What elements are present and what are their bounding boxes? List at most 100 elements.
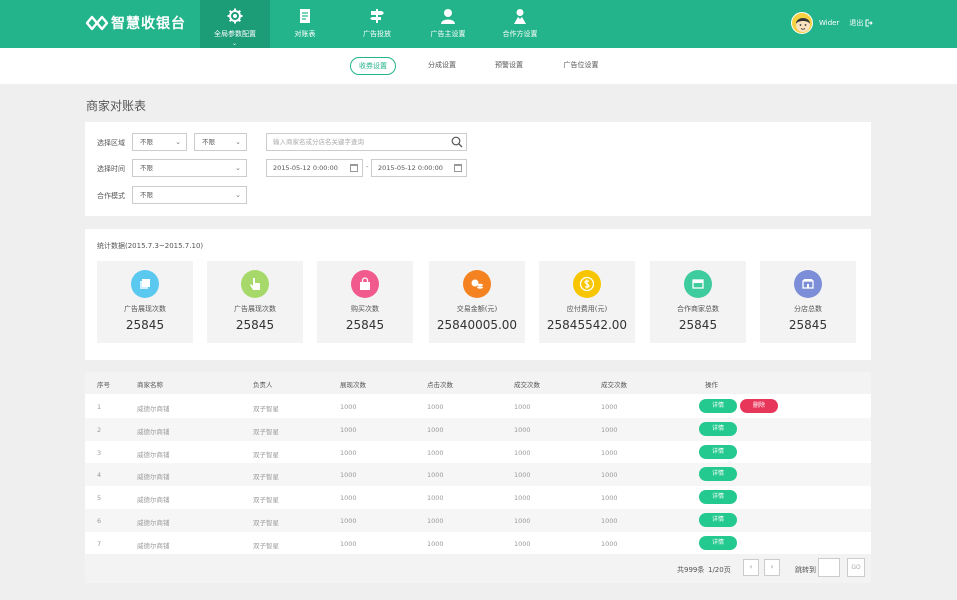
subtab-ad-slot-settings[interactable]: 广告位设置 — [557, 57, 605, 75]
nav-item-advertiser-settings[interactable]: 广告主设置 — [413, 0, 483, 48]
stat-card-ad-impressions-2: 广告展现次数 25845 — [207, 261, 303, 343]
subtab-warning-settings[interactable]: 预警设置 — [487, 57, 531, 75]
sub-navbar: 收券设置 分成设置 预警设置 广告位设置 — [0, 48, 957, 84]
col-header-deals-2: 成交次数 — [601, 381, 627, 389]
mode-select-value: 不限 — [140, 191, 153, 199]
calendar-icon[interactable] — [350, 164, 358, 172]
stats-title: 统计数据(2015.7.3~2015.7.10) — [97, 242, 204, 250]
time-select[interactable]: 不限 ⌄ — [132, 159, 247, 177]
stat-icon-circle — [463, 270, 491, 298]
date-end-input[interactable]: 2015-05-12 0:00:00 — [371, 159, 467, 177]
cell-index: 1 — [97, 403, 102, 411]
mode-select[interactable]: 不限 ⌄ — [132, 186, 247, 204]
cell-clicks: 1000 — [427, 425, 444, 434]
app-logo[interactable]: 智慧收银台 — [85, 12, 186, 34]
table-header: 序号 商家名称 负责人 展现次数 点击次数 成交次数 成交次数 操作 — [85, 372, 871, 394]
detail-button[interactable]: 详情 — [699, 399, 737, 413]
search-input[interactable]: 输入商家名或分店名关键字查询 — [266, 133, 467, 151]
cell-owner: 双子智星 — [253, 450, 279, 459]
delete-button[interactable]: 删除 — [740, 399, 778, 413]
cell-clicks: 1000 — [427, 539, 444, 548]
region-label: 选择区域 — [97, 139, 125, 147]
cell-deals-2: 1000 — [601, 517, 618, 525]
col-header-merchant: 商家名称 — [137, 381, 163, 389]
logout-label: 退出 — [849, 19, 864, 27]
detail-button[interactable]: 详情 — [699, 535, 737, 550]
stat-value: 25845 — [788, 318, 828, 332]
subtab-coupon-settings[interactable]: 收券设置 — [350, 57, 396, 75]
next-page-button[interactable]: › — [764, 559, 780, 576]
cell-merchant: 威德尔商铺 — [137, 496, 170, 505]
table-row: 4 威德尔商铺 双子智星 1000 1000 1000 1000 详情 — [85, 463, 871, 487]
nav-item-partner-settings[interactable]: 合作方设置 — [485, 0, 555, 48]
detail-button[interactable]: 详情 — [699, 513, 737, 527]
logout-link[interactable]: 退出 — [849, 18, 874, 28]
stat-label: 广告展现次数 — [234, 305, 276, 313]
cell-clicks: 1000 — [427, 471, 444, 480]
stat-card-partner-merchants: 合作商家总数 25845 — [650, 261, 746, 343]
signpost-icon — [370, 9, 384, 23]
date-separator: - — [366, 163, 369, 171]
col-header-actions: 操作 — [705, 381, 718, 389]
cell-impressions: 1000 — [340, 403, 357, 411]
detail-button[interactable]: 详情 — [699, 490, 737, 505]
cell-index: 5 — [97, 494, 102, 503]
pagination-total: 共999条 — [677, 566, 705, 574]
cell-merchant: 威德尔商铺 — [137, 450, 170, 459]
prev-page-button[interactable]: ‹ — [743, 559, 759, 576]
go-button[interactable]: GO — [847, 558, 865, 577]
bag-icon — [360, 277, 370, 290]
subtab-revenue-share[interactable]: 分成设置 — [420, 57, 464, 75]
cell-owner: 双子智星 — [253, 519, 279, 527]
stat-value: 25845 — [678, 318, 718, 332]
search-icon[interactable] — [451, 136, 463, 148]
shop-icon — [692, 279, 704, 289]
nav-item-statement[interactable]: 对账表 — [270, 0, 340, 48]
cell-merchant: 威德尔商铺 — [137, 541, 170, 550]
cell-impressions: 1000 — [340, 471, 357, 480]
cell-deals-2: 1000 — [601, 403, 618, 411]
stat-label: 交易金额(元) — [456, 305, 498, 313]
cell-impressions: 1000 — [340, 448, 357, 457]
region-select-2[interactable]: 不限 ⌄ — [194, 133, 247, 151]
date-start-input[interactable]: 2015-05-12 0:00:00 — [266, 159, 363, 177]
page-title: 商家对账表 — [86, 99, 147, 113]
logout-icon — [865, 19, 874, 27]
cell-owner: 双子智星 — [253, 405, 279, 413]
col-header-deals: 成交次数 — [514, 381, 540, 389]
cell-index: 6 — [97, 517, 102, 525]
detail-button[interactable]: 详情 — [699, 444, 737, 459]
region-select-1[interactable]: 不限 ⌄ — [132, 133, 187, 151]
stat-card-transaction-amount: 交易金额(元) 25840005.00 — [429, 261, 525, 343]
avatar[interactable] — [791, 12, 813, 34]
stat-icon-circle — [573, 270, 601, 298]
region-select-2-value: 不限 — [202, 138, 215, 146]
calendar-icon[interactable] — [454, 164, 462, 172]
cell-index: 3 — [97, 448, 102, 457]
date-end-value: 2015-05-12 0:00:00 — [378, 164, 443, 172]
cell-owner: 双子智星 — [253, 496, 279, 505]
date-start-value: 2015-05-12 0:00:00 — [273, 164, 338, 172]
nav-item-global-config[interactable]: 全局参数配置 ⌄ — [200, 0, 270, 48]
coins-icon — [471, 279, 483, 289]
chevron-down-icon: ⌄ — [175, 138, 181, 146]
pagination-pages: 1/20页 — [708, 566, 731, 574]
jump-page-input[interactable] — [818, 558, 840, 577]
cell-deals: 1000 — [514, 494, 531, 503]
col-header-clicks: 点击次数 — [427, 381, 453, 389]
stat-icon-circle — [241, 270, 269, 298]
nav-item-ad-delivery[interactable]: 广告投放 — [342, 0, 412, 48]
cell-owner: 双子智星 — [253, 541, 279, 550]
cell-deals-2: 1000 — [601, 448, 618, 457]
stat-label: 应付费用(元) — [566, 305, 608, 313]
stat-icon-circle — [131, 270, 159, 298]
cell-impressions: 1000 — [340, 425, 357, 434]
cell-index: 7 — [97, 539, 102, 548]
detail-button[interactable]: 详情 — [699, 421, 737, 436]
cell-merchant: 威德尔商铺 — [137, 519, 170, 527]
detail-button[interactable]: 详情 — [699, 467, 737, 482]
cell-deals: 1000 — [514, 539, 531, 548]
cell-deals: 1000 — [514, 425, 531, 434]
gear-icon — [227, 8, 243, 24]
cell-deals: 1000 — [514, 471, 531, 480]
